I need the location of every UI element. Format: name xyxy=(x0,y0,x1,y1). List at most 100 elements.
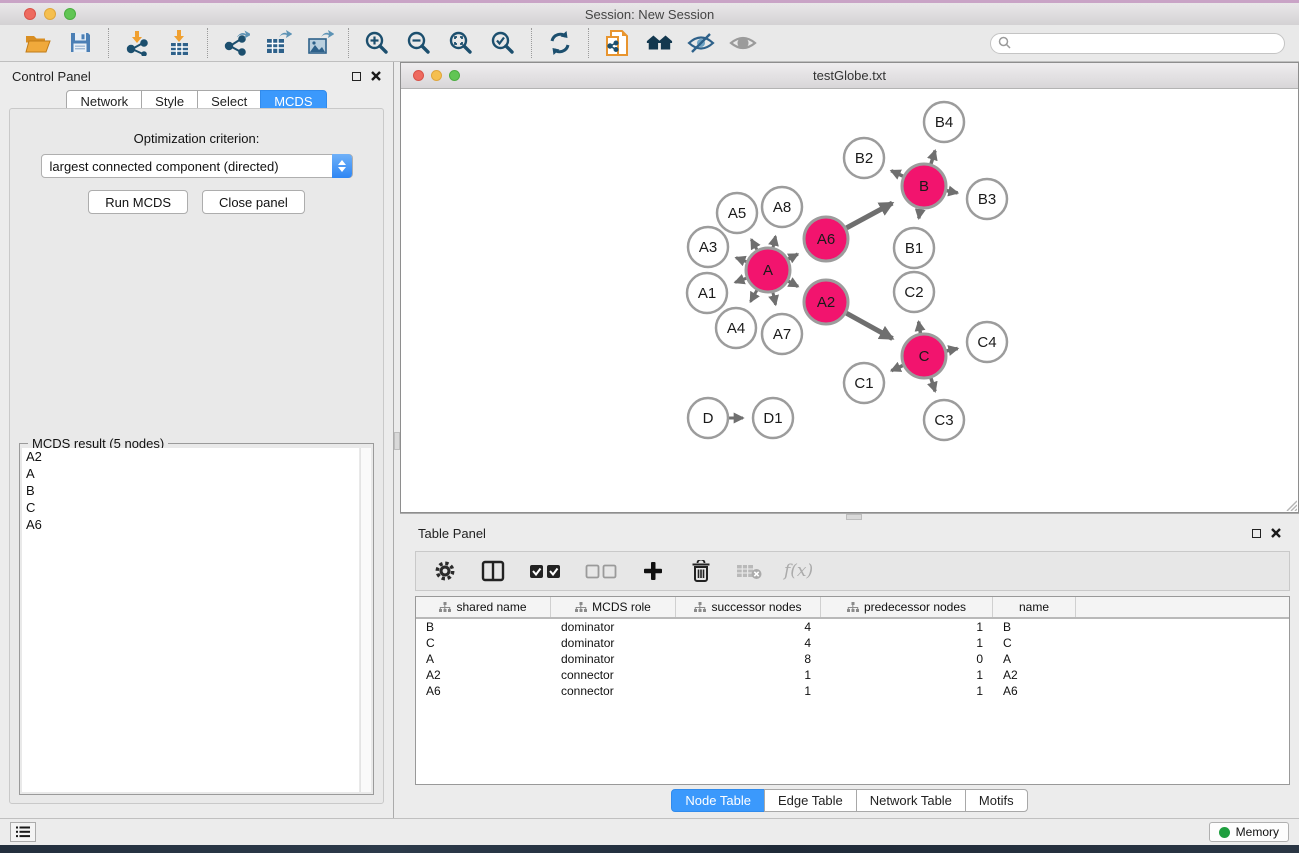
graph-node-A[interactable]: A xyxy=(746,248,790,292)
graph-node-C[interactable]: C xyxy=(902,334,946,378)
graph-node-A4[interactable]: A4 xyxy=(716,308,756,348)
table-row-a6[interactable]: A6connector11A6 xyxy=(416,683,1289,699)
cell-name: A2 xyxy=(993,667,1076,683)
horizontal-splitter[interactable] xyxy=(400,513,1299,520)
graph-edge-A-A3[interactable] xyxy=(736,258,748,262)
zoom-in-icon[interactable] xyxy=(363,29,391,57)
graph-node-A8[interactable]: A8 xyxy=(762,187,802,227)
graph-node-C1[interactable]: C1 xyxy=(844,363,884,403)
criterion-select[interactable]: largest connected component (directed) xyxy=(41,154,353,178)
close-panel-button[interactable]: Close panel xyxy=(202,190,305,214)
column-header-predecessor-nodes[interactable]: predecessor nodes xyxy=(821,597,993,617)
graph-node-B[interactable]: B xyxy=(902,164,946,208)
column-header-mcds-role[interactable]: MCDS role xyxy=(551,597,676,617)
table-row-b[interactable]: Bdominator41B xyxy=(416,619,1289,635)
show-all-icon[interactable] xyxy=(645,29,673,57)
table-row-c[interactable]: Cdominator41C xyxy=(416,635,1289,651)
zoom-fit-icon[interactable] xyxy=(447,29,475,57)
graph-node-A3[interactable]: A3 xyxy=(688,227,728,267)
import-network-icon[interactable] xyxy=(123,29,151,57)
result-item-a2[interactable]: A2 xyxy=(22,448,359,465)
tab-node-table[interactable]: Node Table xyxy=(671,789,765,812)
new-network-from-selection-icon[interactable] xyxy=(603,29,631,57)
result-item-c[interactable]: C xyxy=(22,499,359,516)
graph-edge-A-A4[interactable] xyxy=(751,289,758,301)
select-all-icon[interactable] xyxy=(528,558,562,584)
column-header-shared-name[interactable]: shared name xyxy=(416,597,551,617)
graph-edge-A-A8[interactable] xyxy=(773,236,776,248)
export-image-icon[interactable] xyxy=(306,29,334,57)
columns-icon[interactable] xyxy=(480,558,506,584)
graph-edge-B-B4[interactable] xyxy=(931,151,936,165)
tab-network-table[interactable]: Network Table xyxy=(856,789,966,812)
mcds-result-list: A2ABCA6 xyxy=(22,448,359,792)
delete-icon[interactable] xyxy=(688,558,714,584)
float-panel-icon[interactable] xyxy=(352,72,361,81)
graph-node-B1[interactable]: B1 xyxy=(894,228,934,268)
graph-edge-B-B1[interactable] xyxy=(919,208,921,219)
task-history-button[interactable] xyxy=(10,822,36,842)
graph-edge-A-A1[interactable] xyxy=(735,278,747,283)
network-canvas[interactable]: B4 B2 B B3 A8A5 A6 B1 A3 A A1 C2 A2 A4 A7 C4 C C1 C3 D D1 xyxy=(401,89,1298,512)
graph-edge-A-A2[interactable] xyxy=(787,281,798,287)
table-row-a2[interactable]: A2connector11A2 xyxy=(416,667,1289,683)
table-row-a[interactable]: Adominator80A xyxy=(416,651,1289,667)
column-header-successor-nodes[interactable]: successor nodes xyxy=(676,597,821,617)
tab-motifs[interactable]: Motifs xyxy=(965,789,1028,812)
import-table-icon[interactable] xyxy=(165,29,193,57)
add-column-icon[interactable] xyxy=(640,558,666,584)
run-mcds-button[interactable]: Run MCDS xyxy=(88,190,188,214)
graph-edge-A-A7[interactable] xyxy=(773,292,776,305)
result-scrollbar[interactable] xyxy=(360,448,371,792)
hide-selected-icon[interactable] xyxy=(687,29,715,57)
graph-node-A7[interactable]: A7 xyxy=(762,314,802,354)
graph-node-C2[interactable]: C2 xyxy=(894,272,934,312)
gear-icon[interactable] xyxy=(432,558,458,584)
export-table-icon[interactable] xyxy=(264,29,292,57)
graph-edge-A-A5[interactable] xyxy=(751,239,757,250)
graph-node-A6[interactable]: A6 xyxy=(804,217,848,261)
graph-edge-A-A6[interactable] xyxy=(787,254,797,260)
column-header-name[interactable]: name xyxy=(993,597,1076,617)
graph-node-D[interactable]: D xyxy=(688,398,728,438)
float-table-panel-icon[interactable] xyxy=(1252,529,1261,538)
refresh-icon[interactable] xyxy=(546,29,574,57)
graph-node-D1[interactable]: D1 xyxy=(753,398,793,438)
graph-node-A5[interactable]: A5 xyxy=(717,193,757,233)
graph-edge-C-C3[interactable] xyxy=(931,377,936,391)
graph-node-B2[interactable]: B2 xyxy=(844,138,884,178)
search-input[interactable] xyxy=(990,33,1285,54)
graph-edge-B-B3[interactable] xyxy=(946,190,958,193)
export-network-icon[interactable] xyxy=(222,29,250,57)
graph-node-B3[interactable]: B3 xyxy=(967,179,1007,219)
graph-node-A1[interactable]: A1 xyxy=(687,273,727,313)
graph-edge-C-C1[interactable] xyxy=(891,365,904,371)
graph-node-A2[interactable]: A2 xyxy=(804,280,848,324)
vertical-splitter[interactable] xyxy=(393,62,400,818)
close-panel-icon[interactable] xyxy=(371,71,381,81)
graph-edge-A2-C[interactable] xyxy=(845,313,892,339)
save-session-icon[interactable] xyxy=(66,29,94,57)
zoom-selected-icon[interactable] xyxy=(489,29,517,57)
list-icon xyxy=(16,826,30,838)
result-item-a[interactable]: A xyxy=(22,465,359,482)
graph-edge-A6-B[interactable] xyxy=(845,203,892,228)
status-bar: Memory xyxy=(0,818,1299,845)
graph-node-B4[interactable]: B4 xyxy=(924,102,964,142)
window-resize-grip[interactable] xyxy=(1284,498,1297,511)
open-session-icon[interactable] xyxy=(24,29,52,57)
graph-node-C3[interactable]: C3 xyxy=(924,400,964,440)
close-table-panel-icon[interactable] xyxy=(1271,528,1281,538)
graph-node-C4[interactable]: C4 xyxy=(967,322,1007,362)
result-item-b[interactable]: B xyxy=(22,482,359,499)
show-hidden-icon[interactable] xyxy=(729,29,757,57)
tab-edge-table[interactable]: Edge Table xyxy=(764,789,857,812)
graph-edge-C-C4[interactable] xyxy=(946,349,958,352)
deselect-all-icon[interactable] xyxy=(584,558,618,584)
result-item-a6[interactable]: A6 xyxy=(22,516,359,533)
graph-edge-C-C2[interactable] xyxy=(919,322,921,335)
zoom-out-icon[interactable] xyxy=(405,29,433,57)
graph-edge-B-B2[interactable] xyxy=(891,171,904,177)
memory-button[interactable]: Memory xyxy=(1209,822,1289,842)
svg-text:A4: A4 xyxy=(727,320,745,337)
